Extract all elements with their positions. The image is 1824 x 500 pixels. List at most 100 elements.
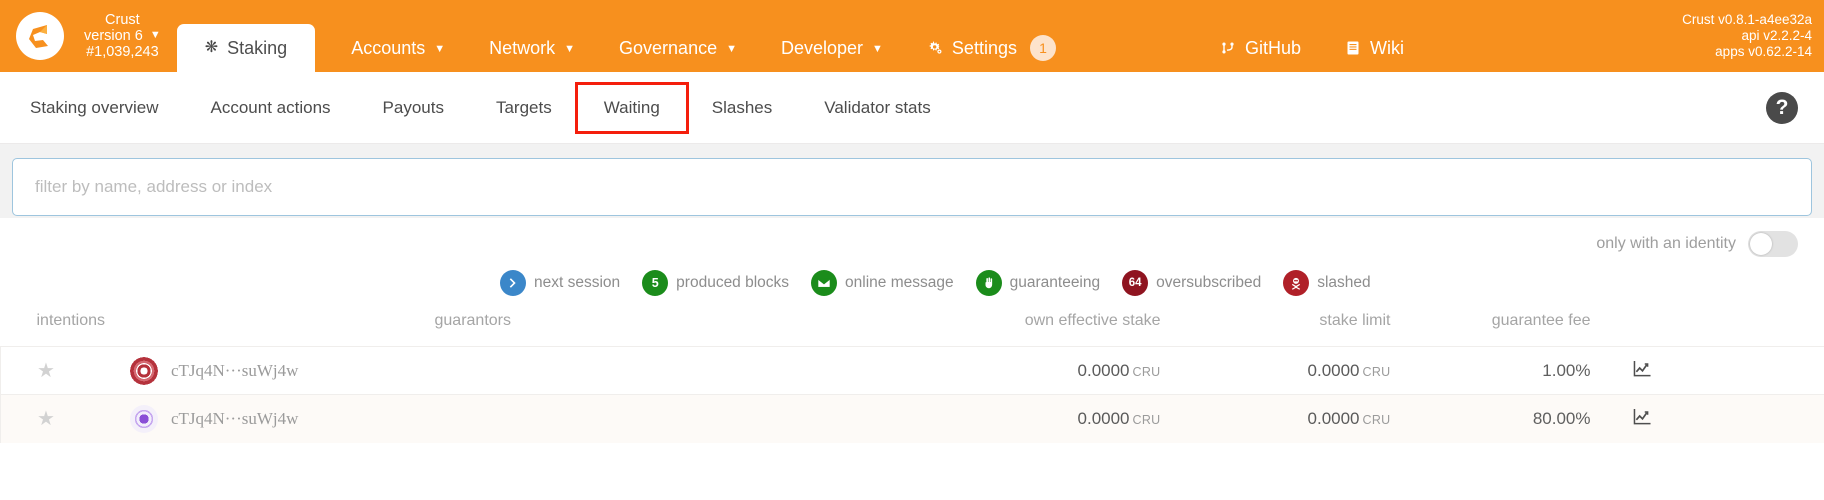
row-guarantors (420, 346, 851, 395)
nav-staking-label: Staking (227, 37, 288, 58)
nav-developer-label: Developer (780, 37, 864, 58)
nav-github-label: GitHub (1244, 37, 1301, 58)
tab-payouts[interactable]: Payouts (357, 85, 470, 131)
legend-online-message-label: online message (845, 274, 954, 291)
chevron-down-icon: ▼ (872, 43, 883, 55)
identity-filter-row: only with an identity (0, 218, 1824, 260)
legend-row: next session 5 produced blocks online me… (0, 260, 1824, 306)
legend-online-message: online message (811, 270, 954, 296)
tab-payouts-label: Payouts (382, 97, 444, 117)
row-stake-limit-value: 0.0000 (1307, 408, 1360, 428)
line-chart-icon (1633, 408, 1651, 425)
waiting-validators-table: intentions guarantors own effective stak… (0, 306, 1824, 443)
legend-next-session-label: next session (534, 274, 621, 291)
nav-network[interactable]: Network ▼ (467, 24, 597, 72)
row-guarantors (420, 394, 851, 443)
tab-waiting-label: Waiting (603, 97, 660, 117)
row-chart-button[interactable] (1590, 346, 1695, 395)
header-guarantors: guarantors (434, 312, 512, 329)
legend-slashed: slashed (1283, 270, 1371, 296)
identicon (129, 356, 158, 385)
row-stake-limit-unit: CRU (1362, 412, 1391, 427)
gears-icon (927, 40, 943, 56)
hand-icon-svg (985, 277, 992, 289)
nav-network-label: Network (489, 37, 556, 58)
row-account[interactable]: cTJq4N···suWj4w (55, 404, 298, 433)
legend-guaranteeing-label: guaranteeing (1009, 274, 1101, 291)
row-own-effective-stake-value: 0.0000 (1077, 408, 1130, 428)
git-branch-icon-svg (1222, 42, 1234, 54)
row-guarantee-fee: 80.00% (1390, 394, 1591, 443)
logo-container[interactable] (0, 0, 80, 72)
chevron-down-icon: ▼ (434, 43, 446, 55)
legend-produced-blocks-label: produced blocks (676, 274, 790, 291)
nav-staking-active-tab[interactable]: ❋ Staking (176, 24, 316, 72)
version-info-container: Crust v0.8.1-a4ee32a api v2.2.2-4 apps v… (1682, 0, 1824, 72)
version-node: Crust v0.8.1-a4ee32a (1682, 11, 1812, 27)
row-spacer (1694, 346, 1824, 395)
legend-guaranteeing: guaranteeing (975, 270, 1101, 296)
primary-nav-tabs: ❋ Staking Accounts ▼ Network ▼ Governanc… (167, 0, 1426, 72)
row-account[interactable]: cTJq4N···suWj4w (55, 356, 299, 385)
row-chart-button[interactable] (1590, 394, 1695, 443)
staking-waiting-page: Crust version 6 ▼ #1,039,243 ❋ Staking A… (0, 0, 1824, 500)
tab-waiting[interactable]: Waiting (574, 81, 689, 134)
row-address: cTJq4N···suWj4w (170, 360, 299, 380)
header-guarantee-fee: guarantee fee (1491, 312, 1591, 329)
help-icon[interactable]: ? (1766, 91, 1798, 124)
nav-wiki[interactable]: Wiki (1323, 24, 1426, 72)
skull-icon (1283, 270, 1310, 296)
book-icon (1345, 40, 1361, 56)
chain-block-number: #1,039,243 (86, 44, 159, 61)
star-icon[interactable]: ★ (1, 406, 55, 431)
row-stake-limit-unit: CRU (1362, 364, 1391, 379)
row-own-effective-stake: 0.0000 CRU (850, 346, 1161, 395)
tab-targets[interactable]: Targets (470, 85, 578, 131)
legend-oversubscribed-label: oversubscribed (1156, 274, 1262, 291)
table-row[interactable]: ★ cTJq4N···suWj4w 0.0000 CRU 0.0000 CRU 1.… (0, 346, 1824, 395)
tab-slashes[interactable]: Slashes (686, 85, 798, 131)
chevron-down-icon: ▼ (564, 43, 576, 55)
filter-strip (0, 144, 1824, 218)
crust-logo-icon (29, 25, 48, 48)
identity-toggle[interactable] (1748, 231, 1798, 257)
row-stake-limit: 0.0000 CRU (1160, 394, 1391, 443)
tab-account-actions[interactable]: Account actions (185, 85, 357, 131)
row-identity-cell: ★ cTJq4N···suWj4w (0, 394, 421, 443)
tab-validator-stats-label: Validator stats (824, 97, 931, 117)
nav-settings[interactable]: Settings 1 (905, 24, 1078, 72)
star-icon[interactable]: ★ (1, 358, 55, 383)
row-own-effective-stake: 0.0000 CRU (850, 394, 1161, 443)
tab-validator-stats[interactable]: Validator stats (798, 85, 956, 131)
asterisk-icon: ❋ (204, 39, 219, 56)
legend-slashed-label: slashed (1317, 274, 1371, 291)
nav-governance[interactable]: Governance ▼ (597, 24, 759, 72)
tab-staking-overview[interactable]: Staking overview (30, 85, 185, 131)
header-chart (1591, 306, 1695, 347)
search-input[interactable] (12, 158, 1812, 216)
nav-wiki-label: Wiki (1370, 37, 1404, 58)
chain-selector[interactable]: Crust version 6 ▼ #1,039,243 (80, 0, 167, 72)
nav-accounts[interactable]: Accounts ▼ (329, 24, 467, 72)
row-spacer (1694, 394, 1824, 443)
oversubscribed-count: 64 (1122, 270, 1149, 296)
git-branch-icon (1220, 40, 1236, 56)
identity-toggle-knob (1750, 233, 1772, 255)
row-own-effective-stake-unit: CRU (1132, 364, 1161, 379)
tab-targets-label: Targets (495, 97, 552, 117)
tab-staking-overview-label: Staking overview (30, 97, 159, 117)
table-row[interactable]: ★ cTJq4N···suWj4w 0.0000 CRU 0.0000 CRU 80… (0, 394, 1824, 443)
crust-logo (16, 12, 64, 60)
nav-developer[interactable]: Developer ▼ (759, 24, 905, 72)
gears-icon-svg (929, 41, 942, 54)
tab-slashes-label: Slashes (711, 97, 773, 117)
nav-github[interactable]: GitHub (1198, 24, 1323, 72)
chain-name: Crust (105, 11, 140, 28)
tab-account-actions-label: Account actions (210, 97, 331, 117)
legend-oversubscribed: 64 oversubscribed (1122, 270, 1261, 296)
chevron-down-icon: ▼ (726, 43, 737, 55)
version-api: api v2.2.2-4 (1741, 27, 1812, 43)
chevron-down-icon[interactable]: ▼ (150, 29, 161, 41)
identicon (129, 404, 158, 433)
nav-accounts-label: Accounts (351, 37, 426, 58)
